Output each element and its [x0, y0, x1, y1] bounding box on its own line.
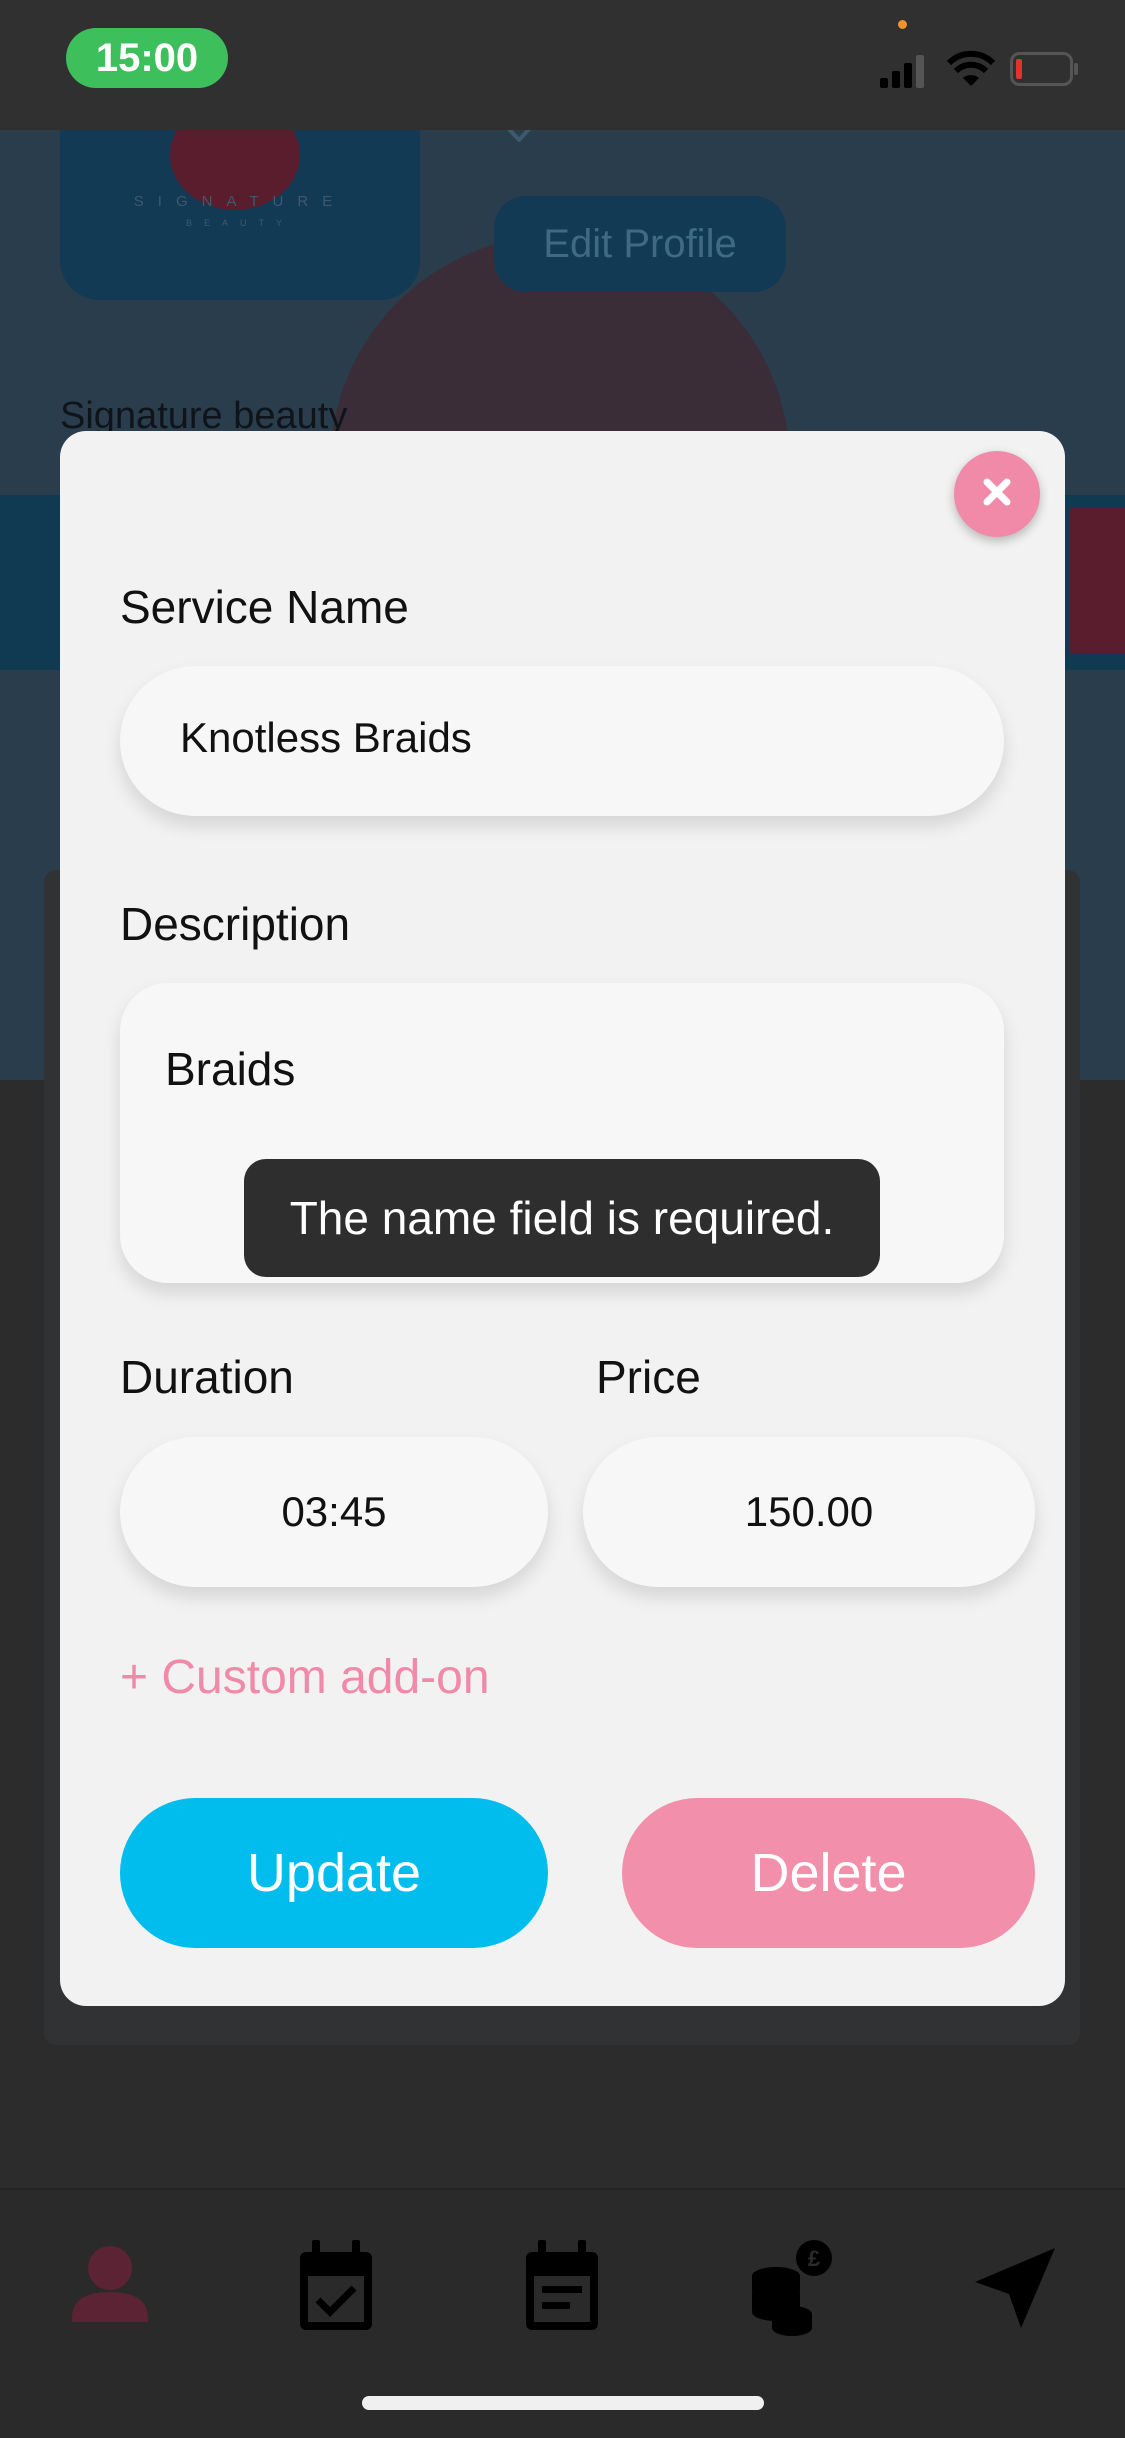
- tab-schedule[interactable]: [502, 2230, 622, 2350]
- description-label: Description: [120, 898, 351, 950]
- calendar-list-icon: [502, 2240, 622, 2354]
- price-input[interactable]: 150.00: [583, 1437, 1035, 1587]
- wifi-icon: [946, 50, 996, 88]
- profile-icon: [50, 2246, 170, 2354]
- description-value: Braids: [165, 1043, 296, 1095]
- close-button[interactable]: [954, 451, 1040, 537]
- battery-icon: [1010, 52, 1080, 86]
- logo-text: SIGNATURE: [133, 193, 347, 210]
- duration-input[interactable]: 03:45: [120, 1437, 548, 1587]
- logo-tile: SIGNATURE BEAUTY: [60, 100, 420, 300]
- price-label: Price: [596, 1351, 701, 1403]
- logo-subtext: BEAUTY: [185, 218, 294, 228]
- privacy-indicator-dot: [898, 20, 907, 29]
- calendar-check-icon: [276, 2240, 396, 2354]
- cellular-signal-icon: [880, 52, 930, 88]
- home-indicator: [362, 2396, 764, 2410]
- tab-bookings[interactable]: [276, 2230, 396, 2350]
- navigation-arrow-icon: [955, 2248, 1075, 2354]
- service-name-value: Knotless Braids: [180, 714, 472, 761]
- coins-pound-icon: £: [728, 2240, 848, 2354]
- tab-earnings[interactable]: £: [728, 2230, 848, 2350]
- status-time: 15:00: [66, 28, 228, 88]
- custom-addon-link[interactable]: + Custom add-on: [120, 1650, 490, 1705]
- svg-text:£: £: [808, 2246, 821, 2271]
- status-bar: 15:00: [0, 0, 1125, 130]
- duration-label: Duration: [120, 1351, 294, 1403]
- close-icon: [977, 472, 1017, 517]
- tab-profile[interactable]: [50, 2230, 170, 2350]
- update-button[interactable]: Update: [120, 1798, 548, 1948]
- edit-profile-button: Edit Profile: [494, 196, 786, 292]
- tab-navigate[interactable]: [955, 2230, 1075, 2350]
- validation-toast: The name field is required.: [244, 1159, 880, 1277]
- service-name-label: Service Name: [120, 581, 409, 633]
- delete-button[interactable]: Delete: [622, 1798, 1035, 1948]
- chevron-icon: [506, 126, 532, 143]
